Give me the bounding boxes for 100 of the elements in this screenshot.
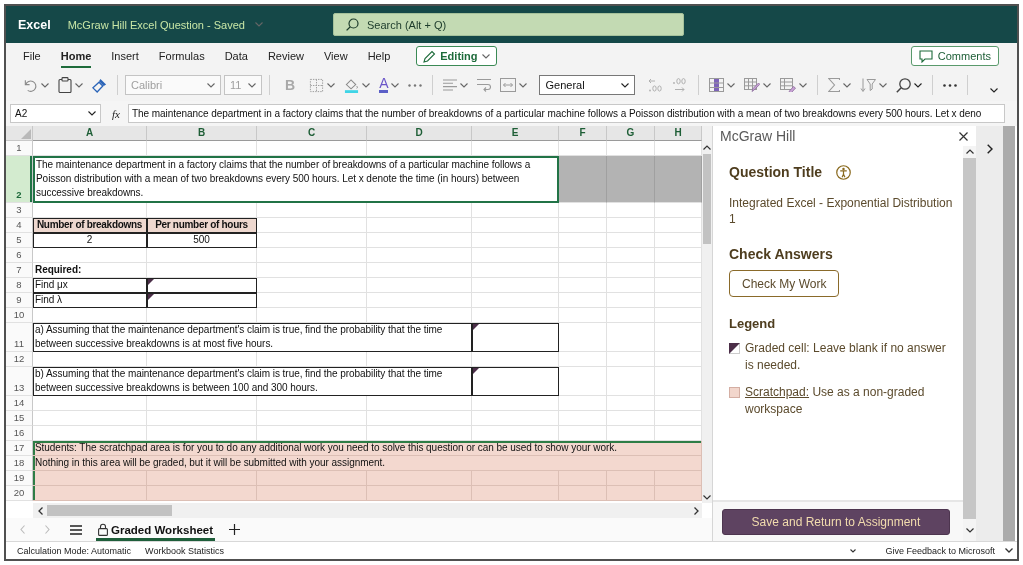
ribbon-tab[interactable]: Home (60, 44, 92, 68)
row-header[interactable]: 1 (6, 141, 33, 156)
empty-cell[interactable] (607, 263, 655, 278)
empty-cell[interactable] (559, 218, 607, 233)
formula-field[interactable]: The maintenance department in a factory claims that the number of breakdowns of a particular machine follows a Poisson distribution with a mean of two breakdowns every 500 hours. Let x deno (128, 104, 1005, 123)
scratchpad-cell[interactable] (33, 471, 147, 486)
empty-cell[interactable] (257, 248, 367, 263)
empty-cell[interactable] (367, 233, 472, 248)
comments-button[interactable]: Comments (910, 46, 999, 66)
feedback-link[interactable]: Give Feedback to Microsoft (885, 545, 995, 556)
scratchpad-cell[interactable] (655, 486, 702, 501)
ribbon-tab[interactable]: Data (224, 44, 248, 68)
empty-cell[interactable] (559, 411, 607, 426)
empty-cell[interactable] (607, 218, 655, 233)
empty-cell[interactable] (559, 323, 607, 352)
empty-cell[interactable] (607, 203, 655, 218)
ribbon-tab[interactable]: View (324, 44, 348, 68)
select-all-button[interactable] (6, 126, 33, 141)
sheet-tab[interactable]: Graded Worksheet (96, 518, 216, 541)
empty-cell[interactable] (257, 396, 367, 411)
empty-cell[interactable] (607, 323, 655, 352)
empty-cell[interactable] (559, 352, 607, 367)
check-my-work-button[interactable]: Check My Work (729, 270, 840, 297)
empty-cell[interactable] (559, 396, 607, 411)
vertical-scrollbar[interactable] (702, 126, 712, 503)
empty-cell[interactable] (472, 278, 559, 293)
empty-cell[interactable] (472, 411, 559, 426)
row-header[interactable]: 15 (6, 411, 33, 426)
answer-cell[interactable] (147, 293, 257, 308)
column-header[interactable]: G (607, 126, 655, 141)
row-header[interactable]: 13 (6, 367, 33, 396)
empty-cell[interactable] (367, 278, 472, 293)
empty-cell[interactable] (559, 308, 607, 323)
row-header[interactable]: 2 (6, 156, 33, 203)
row-header[interactable]: 17 (6, 441, 33, 456)
ribbon-tab[interactable]: File (23, 44, 41, 68)
ribbon-tab[interactable]: Formulas (158, 44, 205, 68)
document-title-button[interactable]: McGraw Hill Excel Question - Saved (67, 18, 263, 31)
empty-cell[interactable] (607, 278, 655, 293)
empty-cell[interactable] (147, 352, 257, 367)
function-symbol[interactable]: fx (104, 104, 128, 123)
empty-cell[interactable] (472, 396, 559, 411)
scratchpad-cell[interactable] (367, 486, 472, 501)
empty-cell[interactable] (147, 411, 257, 426)
row-header[interactable]: 7 (6, 263, 33, 278)
scratchpad-cell[interactable] (33, 486, 147, 501)
horizontal-scrollbar[interactable] (33, 503, 702, 518)
scratchpad-cell[interactable] (607, 471, 655, 486)
scratchpad-cell[interactable] (472, 471, 559, 486)
empty-cell[interactable] (257, 203, 367, 218)
empty-cell[interactable] (257, 233, 367, 248)
empty-cell[interactable] (257, 278, 367, 293)
chevron-down-icon[interactable] (1005, 548, 1013, 553)
empty-cell[interactable] (367, 396, 472, 411)
scratchpad-cell[interactable] (147, 471, 257, 486)
empty-cell[interactable] (559, 248, 607, 263)
chevron-down-icon[interactable] (850, 548, 857, 553)
empty-cell[interactable] (367, 218, 472, 233)
row-header[interactable]: 8 (6, 278, 33, 293)
column-header[interactable]: A (33, 126, 147, 141)
row-header[interactable]: 20 (6, 486, 33, 501)
empty-cell[interactable] (472, 203, 559, 218)
empty-cell[interactable] (559, 367, 607, 396)
scratchpad-cell[interactable] (655, 471, 702, 486)
ribbon-tab[interactable]: Review (267, 44, 304, 68)
empty-cell[interactable] (257, 141, 367, 156)
answer-cell[interactable] (147, 278, 257, 293)
answer-cell[interactable] (472, 323, 559, 352)
editing-mode-button[interactable]: Editing (416, 46, 497, 66)
empty-cell[interactable] (472, 352, 559, 367)
scratchpad-cell[interactable] (257, 486, 367, 501)
column-header[interactable]: D (367, 126, 472, 141)
column-header[interactable]: B (147, 126, 257, 141)
row-header[interactable]: 18 (6, 456, 33, 471)
save-and-return-button[interactable]: Save and Return to Assignment (722, 509, 950, 535)
ribbon-tab[interactable]: Insert (111, 44, 139, 68)
empty-cell[interactable] (367, 203, 472, 218)
row-header[interactable]: 10 (6, 308, 33, 323)
empty-cell[interactable] (367, 308, 472, 323)
column-header[interactable]: F (559, 126, 607, 141)
empty-cell[interactable] (147, 141, 257, 156)
empty-cell[interactable] (257, 352, 367, 367)
empty-cell[interactable] (559, 233, 607, 248)
scratchpad-cell[interactable] (257, 471, 367, 486)
empty-cell[interactable] (367, 141, 472, 156)
column-header[interactable]: H (655, 126, 702, 141)
empty-cell[interactable] (607, 248, 655, 263)
empty-cell[interactable] (367, 293, 472, 308)
scratchpad-link[interactable]: Scratchpad: (745, 385, 810, 399)
row-header[interactable]: 19 (6, 471, 33, 486)
empty-cell[interactable] (472, 141, 559, 156)
empty-cell[interactable] (607, 411, 655, 426)
empty-cell[interactable] (472, 218, 559, 233)
empty-cell[interactable] (367, 352, 472, 367)
empty-cell[interactable] (607, 367, 655, 396)
empty-cell[interactable] (559, 278, 607, 293)
empty-cell[interactable] (559, 263, 607, 278)
empty-cell[interactable] (472, 233, 559, 248)
row-header[interactable]: 5 (6, 233, 33, 248)
search-field[interactable]: Search (Alt + Q) (333, 13, 684, 36)
